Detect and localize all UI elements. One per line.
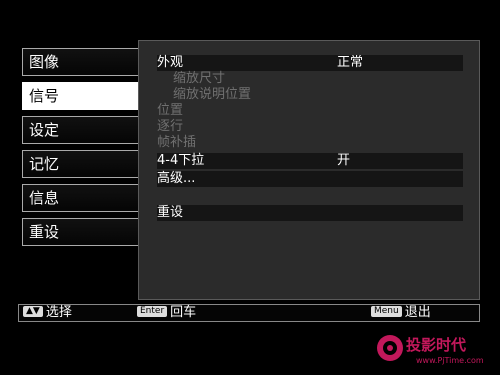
watermark-logo: 投影时代 www.PjTime.com bbox=[377, 335, 484, 365]
row-value: 正常 bbox=[337, 55, 364, 70]
sidebar-item-label: 信息 bbox=[29, 189, 60, 207]
row-label: 位置 bbox=[157, 103, 184, 118]
settings-panel: 外观 正常 缩放尺寸 缩放说明位置 位置 逐行 帧补插 4-4下拉 开 高级..… bbox=[138, 40, 480, 300]
svg-text:投影时代: 投影时代 bbox=[406, 336, 466, 354]
row-label: 缩放尺寸 bbox=[173, 71, 226, 86]
row-label: 帧补插 bbox=[157, 135, 197, 150]
sidebar-item-info[interactable]: 信息 bbox=[22, 184, 154, 212]
menu-row-zoom-position: 缩放说明位置 bbox=[157, 87, 463, 103]
up-down-arrow-icon: ▲▼ bbox=[23, 306, 43, 317]
row-label: 缩放说明位置 bbox=[173, 87, 252, 102]
svg-text:www.PjTime.com: www.PjTime.com bbox=[416, 356, 484, 365]
sidebar-item-reset[interactable]: 重设 bbox=[22, 218, 154, 246]
enter-key-icon: Enter bbox=[137, 306, 168, 317]
sidebar-item-memory[interactable]: 记忆 bbox=[22, 150, 154, 178]
sidebar-item-label: 重设 bbox=[29, 223, 60, 241]
menu-row-position: 位置 bbox=[157, 103, 463, 119]
row-label: 高级... bbox=[157, 171, 196, 186]
menu-row-advanced[interactable]: 高级... bbox=[157, 171, 463, 187]
select-hint: ▲▼ 选择 bbox=[23, 305, 72, 321]
sidebar-item-label: 设定 bbox=[29, 121, 60, 139]
row-value: 开 bbox=[337, 153, 351, 168]
select-label: 选择 bbox=[45, 305, 72, 320]
menu-label: 退出 bbox=[404, 305, 431, 320]
sidebar-item-label: 信号 bbox=[29, 87, 60, 105]
enter-label: 回车 bbox=[170, 305, 197, 320]
menu-frame: 图像 信号↵ 设定 记忆 信息 重设 外观 正常 缩放尺寸 缩放说明位置 位置 … bbox=[18, 40, 480, 300]
enter-hint: Enter 回车 bbox=[137, 305, 196, 321]
menu-key-icon: Menu bbox=[371, 306, 402, 317]
help-bar: ▲▼ 选择 Enter 回车 Menu 退出 bbox=[18, 304, 480, 322]
row-label: 外观 bbox=[157, 55, 184, 70]
row-label: 重设 bbox=[157, 205, 184, 220]
menu-row-pulldown[interactable]: 4-4下拉 开 bbox=[157, 153, 463, 169]
menu-hint: Menu 退出 bbox=[371, 305, 431, 321]
menu-row-progressive: 逐行 bbox=[157, 119, 463, 135]
sidebar-item-label: 记忆 bbox=[29, 155, 60, 173]
sidebar-item-settings[interactable]: 设定 bbox=[22, 116, 154, 144]
row-label: 逐行 bbox=[157, 119, 184, 134]
row-label: 4-4下拉 bbox=[157, 153, 205, 168]
sidebar-item-label: 图像 bbox=[29, 53, 60, 71]
menu-row-aspect[interactable]: 外观 正常 bbox=[157, 55, 463, 71]
menu-row-reset[interactable]: 重设 bbox=[157, 205, 463, 221]
sidebar-item-image[interactable]: 图像 bbox=[22, 48, 154, 76]
menu-row-frame-interpolation: 帧补插 bbox=[157, 135, 463, 151]
menu-row-zoom-size: 缩放尺寸 bbox=[157, 71, 463, 87]
